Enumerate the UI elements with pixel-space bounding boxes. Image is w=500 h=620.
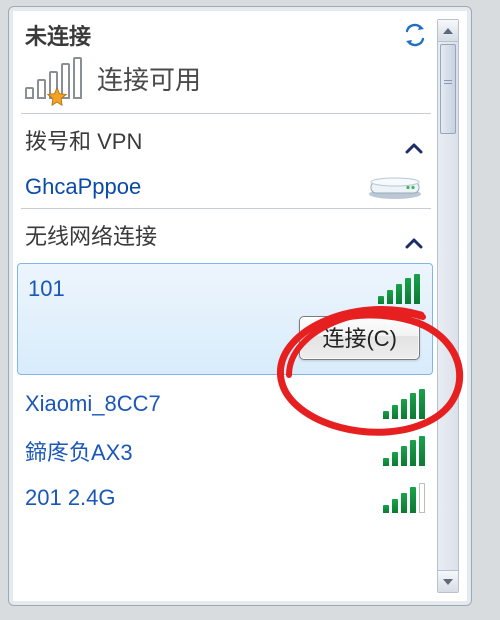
wifi-item-ax3[interactable]: 鍗庝负AX3 [15, 427, 437, 475]
connect-button[interactable]: 连接(C) [299, 316, 420, 360]
content-area: 未连接 连接可用 [15, 13, 465, 599]
dial-item-ghcapppoe[interactable]: GhcaPppoe [15, 166, 437, 208]
wifi-signal-icon [378, 274, 418, 304]
scroll-up-button[interactable] [438, 20, 458, 42]
availability-row: 连接可用 [15, 53, 437, 113]
refresh-icon[interactable] [403, 23, 427, 47]
chevron-up-icon [405, 229, 423, 241]
signal-available-icon [25, 57, 83, 99]
wifi-network-list: 101 连接(C) Xiaomi_8CC7 [15, 261, 437, 521]
availability-label: 连接可用 [97, 60, 201, 97]
wifi-ssid-label: Xiaomi_8CC7 [25, 391, 161, 417]
wifi-ssid-label: 101 [28, 276, 65, 302]
connection-status-text: 未连接 [25, 19, 91, 51]
section-header-wifi[interactable]: 无线网络连接 [15, 209, 437, 261]
wifi-signal-icon [383, 389, 423, 419]
dial-item-label: GhcaPppoe [25, 174, 141, 200]
wifi-ssid-label: 201 2.4G [25, 485, 116, 511]
wifi-signal-icon [383, 483, 423, 513]
vertical-scrollbar[interactable] [437, 19, 459, 593]
section-title-wifi: 无线网络连接 [25, 219, 157, 251]
section-header-dial-vpn[interactable]: 拨号和 VPN [15, 114, 437, 166]
main-panel: 未连接 连接可用 [15, 13, 437, 599]
scroll-thumb[interactable] [440, 44, 456, 134]
section-title-dial-vpn: 拨号和 VPN [25, 124, 142, 156]
network-flyout-window: 未连接 连接可用 [8, 6, 472, 606]
chevron-up-icon [405, 134, 423, 146]
wifi-item-201-2-4g[interactable]: 201 2.4G [15, 475, 437, 521]
scroll-down-button[interactable] [438, 570, 458, 592]
wifi-ssid-label: 鍗庝负AX3 [25, 435, 133, 467]
wifi-item-xiaomi-8cc7[interactable]: Xiaomi_8CC7 [15, 381, 437, 427]
wifi-item-101[interactable]: 101 连接(C) [17, 263, 433, 375]
wifi-signal-icon [383, 436, 423, 466]
dialup-modem-icon [367, 174, 423, 200]
header-row: 未连接 [15, 13, 437, 53]
